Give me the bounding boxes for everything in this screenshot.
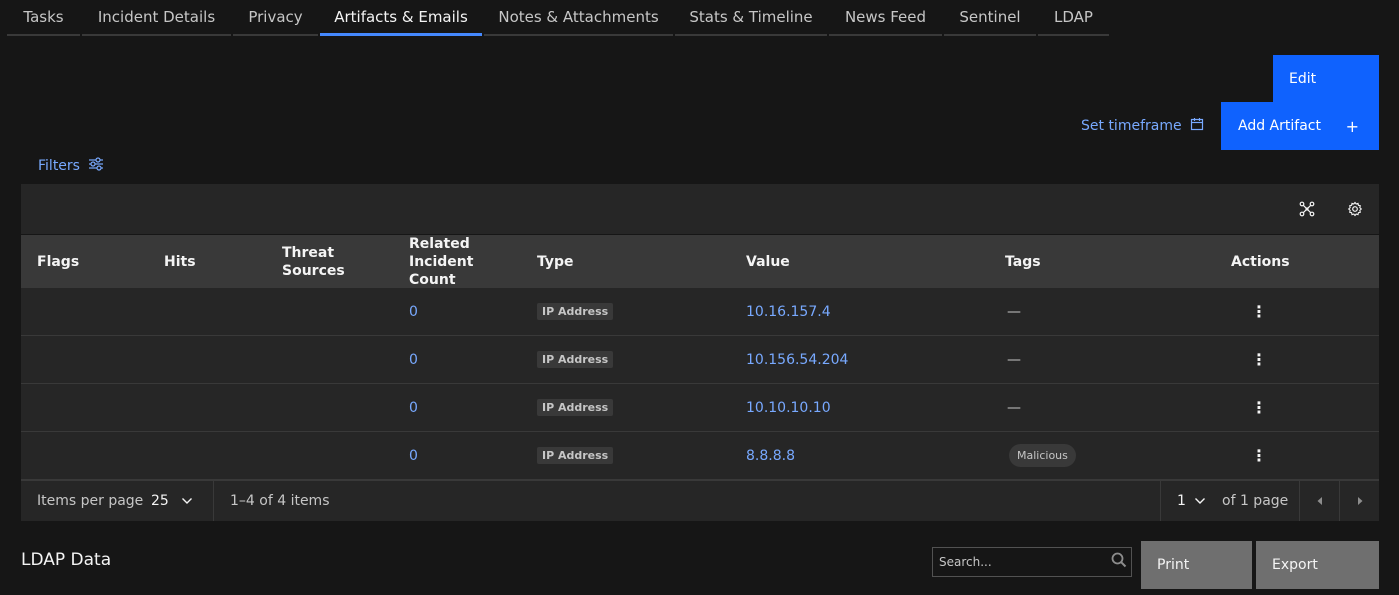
graph-network-icon[interactable] (1297, 199, 1317, 219)
header-actions: Actions (1231, 254, 1290, 270)
export-button[interactable]: Export (1256, 541, 1379, 589)
table-toolbar (21, 184, 1379, 234)
related-count-link[interactable]: 0 (409, 336, 418, 383)
artifact-value-link[interactable]: 8.8.8.8 (746, 432, 795, 479)
header-hits[interactable]: Hits (164, 235, 196, 289)
pagination: Items per page 25 1–4 of 4 items 1 of 1 … (21, 480, 1379, 521)
tab-bar: Tasks Incident Details Privacy Artifacts… (7, 0, 1111, 36)
items-per-page-value: 25 (151, 493, 169, 509)
overflow-menu-vertical-icon[interactable]: ⋮ (1251, 288, 1267, 335)
artifacts-table: Flags Hits Threat Sources Related Incide… (21, 184, 1379, 521)
related-count-link[interactable]: 0 (409, 384, 418, 431)
page-total: of 1 page (1222, 493, 1289, 509)
table-row: 0 IP Address 10.10.10.10 — ⋮ (21, 384, 1379, 432)
tag-malicious: Malicious (1009, 444, 1076, 467)
add-artifact-label: Add Artifact (1238, 118, 1321, 134)
tab-privacy[interactable]: Privacy (233, 0, 318, 36)
tab-stats-timeline[interactable]: Stats & Timeline (675, 0, 827, 36)
overflow-menu-vertical-icon[interactable]: ⋮ (1251, 432, 1267, 479)
tab-ldap[interactable]: LDAP (1038, 0, 1109, 36)
filters-label: Filters (38, 158, 80, 174)
header-related-incident-count[interactable]: Related Incident Count (409, 235, 489, 289)
type-tag: IP Address (537, 303, 614, 320)
ldap-section-title: LDAP Data (21, 550, 112, 570)
print-button[interactable]: Print (1141, 541, 1252, 589)
items-range: 1–4 of 4 items (230, 493, 330, 509)
header-value[interactable]: Value (746, 235, 790, 289)
next-page-icon[interactable] (1340, 481, 1379, 521)
table-row: 0 IP Address 10.156.54.204 — ⋮ (21, 336, 1379, 384)
related-count-link[interactable]: 0 (409, 432, 418, 479)
header-threat-sources[interactable]: Threat Sources (282, 235, 352, 289)
tab-artifacts-emails[interactable]: Artifacts & Emails (320, 0, 482, 36)
artifact-value-link[interactable]: 10.16.157.4 (746, 288, 831, 335)
table-row: 0 IP Address 8.8.8.8 Malicious ⋮ (21, 432, 1379, 480)
chevron-down-icon (181, 493, 193, 509)
previous-page-icon[interactable] (1300, 481, 1339, 521)
header-flags[interactable]: Flags (37, 235, 79, 289)
tab-incident-details[interactable]: Incident Details (82, 0, 231, 36)
filters-link[interactable]: Filters (38, 157, 104, 175)
tab-sentinel[interactable]: Sentinel (944, 0, 1036, 36)
set-timeframe-label: Set timeframe (1081, 118, 1182, 134)
page-value: 1 (1177, 493, 1186, 509)
tags-cell: — (1007, 399, 1021, 416)
items-per-page-select[interactable]: 25 (151, 481, 193, 521)
overflow-menu-vertical-icon[interactable]: ⋮ (1251, 336, 1267, 383)
set-timeframe-link[interactable]: Set timeframe (1081, 117, 1204, 135)
search-icon[interactable] (1111, 552, 1127, 572)
add-artifact-button[interactable]: Add Artifact + (1221, 102, 1379, 150)
chevron-down-icon (1194, 493, 1206, 509)
edit-button-label: Edit (1289, 70, 1317, 87)
edit-button[interactable]: Edit (1273, 55, 1379, 102)
export-button-label: Export (1272, 557, 1318, 573)
tags-cell: — (1007, 351, 1021, 368)
calendar-icon (1190, 117, 1204, 135)
overflow-menu-vertical-icon[interactable]: ⋮ (1251, 384, 1267, 431)
ldap-search-box (932, 547, 1132, 577)
tags-cell: — (1007, 303, 1021, 320)
artifact-value-link[interactable]: 10.10.10.10 (746, 384, 831, 431)
artifact-value-link[interactable]: 10.156.54.204 (746, 336, 848, 383)
header-tags[interactable]: Tags (1005, 235, 1041, 289)
header-type[interactable]: Type (537, 235, 574, 289)
tab-notes-attachments[interactable]: Notes & Attachments (484, 0, 673, 36)
settings-gear-icon[interactable] (1345, 199, 1365, 219)
ldap-search-input[interactable] (939, 555, 1099, 569)
table-row: 0 IP Address 10.16.157.4 — ⋮ (21, 288, 1379, 336)
type-tag: IP Address (537, 351, 614, 368)
related-count-link[interactable]: 0 (409, 288, 418, 335)
plus-icon: + (1345, 116, 1359, 136)
tab-tasks[interactable]: Tasks (7, 0, 80, 36)
type-tag: IP Address (537, 399, 614, 416)
table-header: Flags Hits Threat Sources Related Incide… (21, 234, 1379, 288)
page-select[interactable]: 1 (1177, 481, 1206, 521)
sliders-icon (88, 157, 104, 175)
items-per-page-label: Items per page (37, 493, 144, 509)
type-tag: IP Address (537, 447, 614, 464)
print-button-label: Print (1157, 557, 1190, 573)
tab-news-feed[interactable]: News Feed (829, 0, 942, 36)
